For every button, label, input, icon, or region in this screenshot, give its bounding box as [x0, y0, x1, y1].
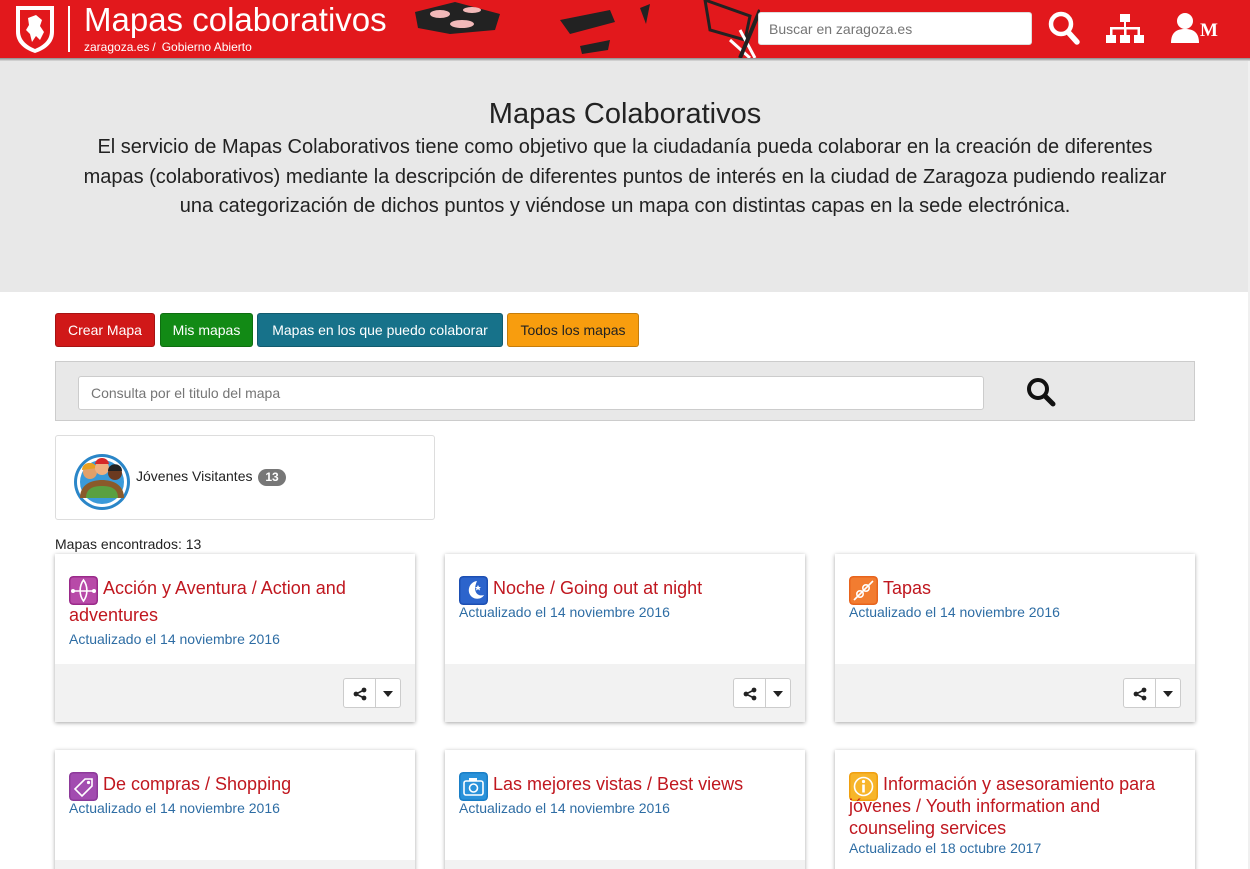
todos-los-mapas-button[interactable]: Todos los mapas	[507, 313, 639, 347]
map-card-title-text[interactable]: Las mejores vistas / Best views	[493, 774, 743, 794]
map-card-title[interactable]: De compras / Shopping Actualizado el 14 …	[69, 771, 409, 818]
map-card-title[interactable]: Información y asesoramiento para jóvenes…	[849, 773, 1189, 857]
map-card-title[interactable]: Tapas Actualizado el 14 noviembre 2016	[849, 575, 1189, 622]
user-icon[interactable]	[1171, 12, 1199, 44]
share-divider	[375, 679, 376, 707]
breadcrumb: zaragoza.es / Gobierno Abierto	[84, 40, 252, 54]
page-description: El servicio de Mapas Colaborativos tiene…	[83, 136, 1167, 217]
page-title: Mapas Colaborativos	[488, 98, 762, 130]
mapas-colaborar-button[interactable]: Mapas en los que puedo colaborar	[257, 313, 503, 347]
map-card-date: Actualizado el 14 noviembre 2016	[459, 604, 670, 620]
map-card[interactable]: Información y asesoramiento para jóvenes…	[835, 750, 1195, 869]
map-card-footer	[835, 664, 1195, 722]
map-card-title-text[interactable]: De compras / Shopping	[103, 774, 291, 794]
map-title-query-input[interactable]	[78, 376, 984, 410]
search-icon[interactable]	[1025, 376, 1057, 408]
breadcrumb-separator: /	[152, 40, 156, 54]
map-card-title[interactable]: Acción y Aventura / Action and adventure…	[69, 575, 409, 649]
user-initial[interactable]: M	[1200, 20, 1218, 42]
category-card-jovenes-visitantes[interactable]: Jóvenes Visitantes 13	[55, 435, 435, 520]
breadcrumb-item-zaragoza[interactable]: zaragoza.es	[84, 40, 149, 54]
mis-mapas-button[interactable]: Mis mapas	[160, 313, 253, 347]
map-card-title-text[interactable]: Acción y Aventura / Action and adventure…	[69, 578, 346, 625]
chevron-down-icon[interactable]	[383, 691, 393, 697]
results-count: Mapas encontrados: 13	[55, 536, 202, 552]
breadcrumb-item-gobierno-abierto[interactable]: Gobierno Abierto	[162, 40, 252, 54]
map-card-title[interactable]: Las mejores vistas / Best views Actualiz…	[459, 771, 799, 818]
map-card[interactable]: Las mejores vistas / Best views Actualiz…	[445, 750, 805, 869]
intro-banner: Mapas Colaborativos El servicio de Mapas…	[0, 61, 1250, 292]
site-header: Mapas colaborativos zaragoza.es / Gobierno…	[0, 0, 1250, 58]
map-card-date: Actualizado el 14 noviembre 2016	[459, 800, 670, 816]
share-icon	[1133, 687, 1147, 701]
map-card-date: Actualizado el 14 noviembre 2016	[849, 604, 1060, 620]
chevron-down-icon[interactable]	[1163, 691, 1173, 697]
map-card-date: Actualizado el 14 noviembre 2016	[69, 631, 280, 647]
site-search-input[interactable]	[758, 12, 1032, 45]
category-name: Jóvenes Visitantes	[136, 468, 253, 484]
sitemap-icon[interactable]	[1106, 13, 1144, 45]
map-card-title-text[interactable]: Información y asesoramiento para jóvenes…	[849, 774, 1155, 838]
youth-group-icon	[74, 454, 130, 510]
crear-mapa-button[interactable]: Crear Mapa	[55, 313, 155, 347]
map-card[interactable]: Noche / Going out at night Actualizado e…	[445, 554, 805, 722]
map-card-footer	[55, 860, 415, 869]
map-card[interactable]: De compras / Shopping Actualizado el 14 …	[55, 750, 415, 869]
share-icon	[353, 687, 367, 701]
header-decoration	[415, 0, 760, 58]
search-icon[interactable]	[1047, 10, 1081, 46]
map-card-title[interactable]: Noche / Going out at night Actualizado e…	[459, 575, 799, 622]
share-divider	[765, 679, 766, 707]
map-card-date: Actualizado el 18 octubre 2017	[849, 840, 1042, 856]
map-card-title-text[interactable]: Noche / Going out at night	[493, 578, 702, 598]
map-card[interactable]: Acción y Aventura / Action and adventure…	[55, 554, 415, 722]
site-title[interactable]: Mapas colaborativos	[84, 0, 387, 40]
share-divider	[1155, 679, 1156, 707]
map-card-title-text[interactable]: Tapas	[883, 578, 931, 598]
map-card-footer	[55, 664, 415, 722]
logo-divider	[68, 6, 70, 52]
zaragoza-shield-logo[interactable]	[14, 4, 56, 54]
map-card-footer	[445, 860, 805, 869]
share-button[interactable]	[1123, 678, 1181, 708]
map-search-panel	[55, 361, 1195, 421]
map-card-footer	[445, 664, 805, 722]
map-card[interactable]: Tapas Actualizado el 14 noviembre 2016	[835, 554, 1195, 722]
share-button[interactable]	[343, 678, 401, 708]
share-button[interactable]	[733, 678, 791, 708]
category-count-badge: 13	[258, 469, 286, 486]
category-label: Jóvenes Visitantes 13	[136, 468, 286, 486]
map-card-date: Actualizado el 14 noviembre 2016	[69, 800, 280, 816]
share-icon	[743, 687, 757, 701]
chevron-down-icon[interactable]	[773, 691, 783, 697]
